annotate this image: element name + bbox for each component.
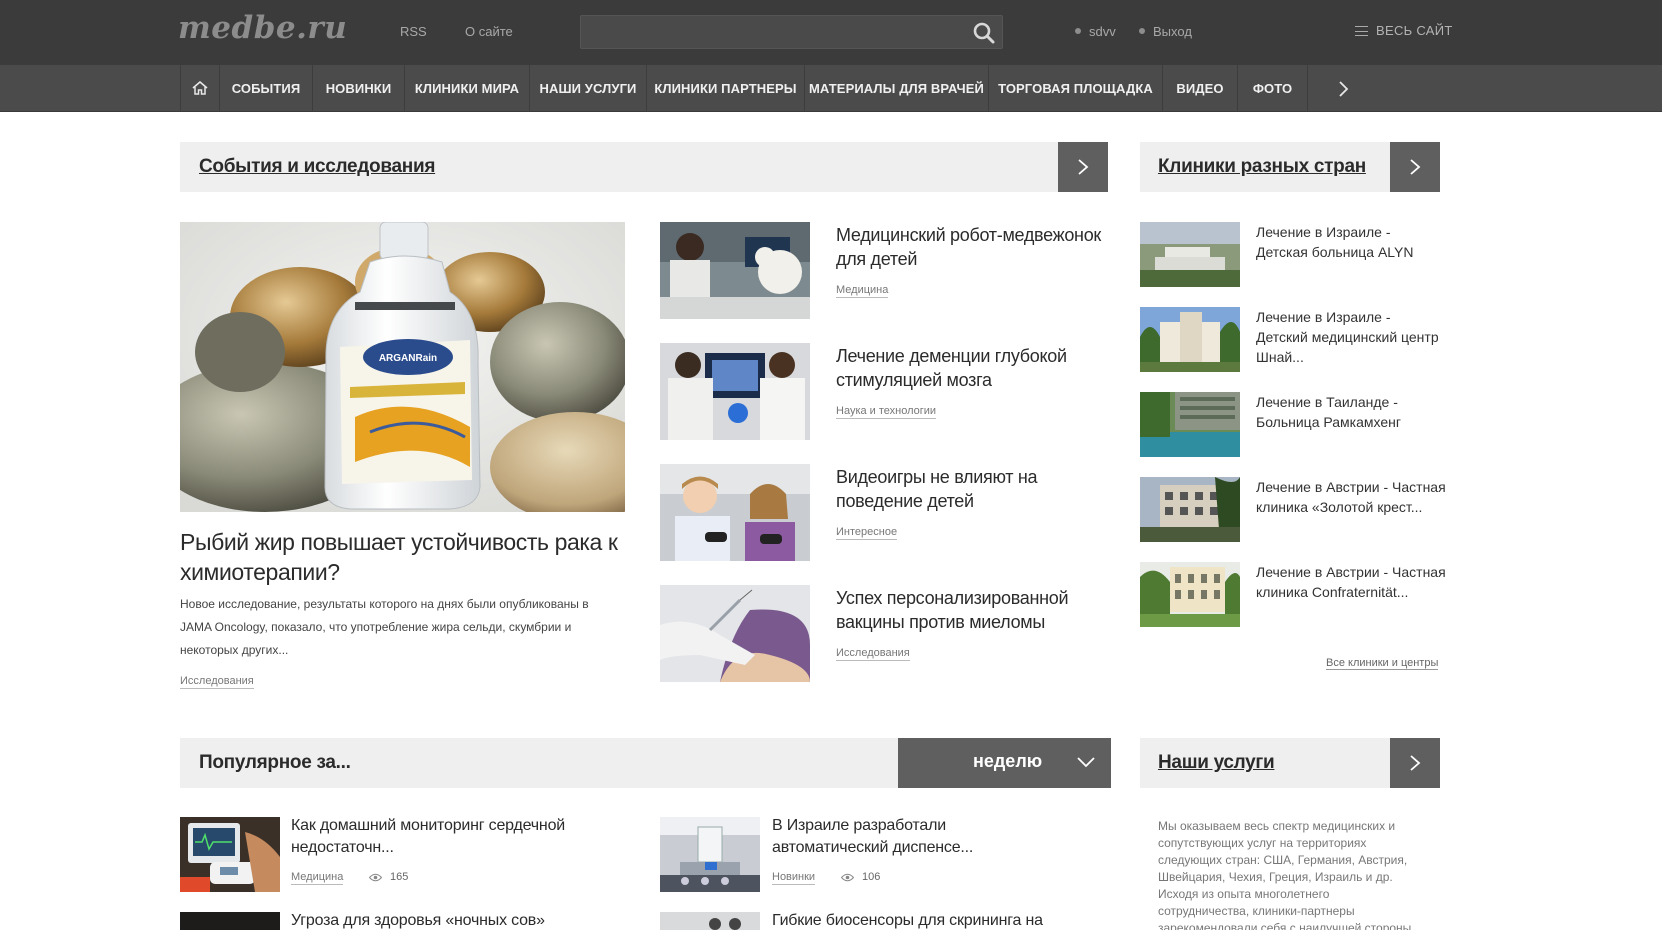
popular-section-header: Популярное за... [180, 738, 898, 788]
popular-tag[interactable]: Новинки [772, 871, 816, 885]
nav-item-photo[interactable]: ФОТО [1238, 65, 1308, 112]
clinic-image[interactable] [1140, 307, 1240, 372]
clinic-image[interactable] [1140, 562, 1240, 627]
news-image[interactable] [660, 464, 810, 561]
feature-image[interactable]: ARGANRain [180, 222, 625, 512]
nav-item-new[interactable]: НОВИНКИ [313, 65, 405, 112]
clinics-section-title[interactable]: Клиники разных стран [1158, 156, 1366, 178]
news-tag[interactable]: Исследования [836, 647, 910, 661]
feature-news-title[interactable]: Рыбий жир повышает устойчивость рака к х… [180, 527, 620, 587]
chevron-right-icon [1410, 755, 1421, 771]
events-section-header: События и исследования [180, 142, 1108, 192]
news-image[interactable] [660, 343, 810, 440]
top-bar: medbe.ru RSS О сайте sdvv Выход ВЕСЬ САЙ… [0, 0, 1662, 65]
clinics-next-button[interactable] [1390, 142, 1440, 192]
events-section-title[interactable]: События и исследования [199, 156, 435, 178]
feature-news-tag[interactable]: Исследования [180, 675, 254, 689]
about-link[interactable]: О сайте [465, 24, 513, 39]
logout-link[interactable]: Выход [1139, 24, 1192, 39]
nav-item-doctors[interactable]: МАТЕРИАЛЫ ДЛЯ ВРАЧЕЙ [805, 65, 989, 112]
main-nav: СОБЫТИЯ НОВИНКИ КЛИНИКИ МИРА НАШИ УСЛУГИ… [0, 65, 1662, 112]
nav-item-video[interactable]: ВИДЕО [1163, 65, 1238, 112]
user-link[interactable]: sdvv [1075, 24, 1116, 39]
rss-link[interactable]: RSS [400, 24, 427, 39]
search-box [580, 15, 1003, 49]
search-icon[interactable] [972, 21, 996, 45]
popular-title[interactable]: В Израиле разработали автоматический дис… [772, 815, 1052, 859]
period-value: неделю [973, 751, 1043, 771]
all-site-label: ВЕСЬ САЙТ [1376, 23, 1453, 38]
user-name: sdvv [1089, 24, 1116, 39]
nav-item-events[interactable]: СОБЫТИЯ [220, 65, 313, 112]
chevron-right-icon [1410, 159, 1421, 175]
nav-item-market[interactable]: ТОРГОВАЯ ПЛОЩАДКА [989, 65, 1163, 112]
clinics-section-header: Клиники разных стран [1140, 142, 1440, 192]
nav-home[interactable] [180, 65, 220, 112]
period-dropdown[interactable]: неделю [898, 738, 1111, 788]
clinic-image[interactable] [1140, 392, 1240, 457]
all-site-menu-button[interactable]: ВЕСЬ САЙТ [1355, 23, 1453, 38]
clinic-image[interactable] [1140, 222, 1240, 287]
chevron-right-icon [1078, 159, 1089, 175]
menu-icon [1355, 26, 1368, 36]
popular-section-title: Популярное за... [199, 752, 351, 773]
nav-item-services[interactable]: НАШИ УСЛУГИ [530, 65, 647, 112]
events-next-button[interactable] [1058, 142, 1108, 192]
nav-item-clinics[interactable]: КЛИНИКИ МИРА [405, 65, 530, 112]
popular-title[interactable]: Гибкие биосенсоры для скрининга на [772, 910, 1052, 930]
popular-title[interactable]: Угроза для здоровья «ночных сов» [291, 910, 571, 930]
clinic-title[interactable]: Лечение в Израиле - Детский медицинский … [1256, 307, 1446, 367]
popular-tag[interactable]: Медицина [291, 871, 344, 885]
news-title[interactable]: Успех персонализированной вакцины против… [836, 586, 1106, 634]
logout-label: Выход [1153, 24, 1192, 39]
news-title[interactable]: Видеоигры не влияют на поведение детей [836, 465, 1106, 513]
popular-title[interactable]: Как домашний мониторинг сердечной недост… [291, 815, 571, 859]
eye-icon [840, 873, 855, 882]
news-image[interactable] [660, 585, 810, 682]
popular-image[interactable] [180, 817, 280, 892]
services-section-title[interactable]: Наши услуги [1158, 752, 1275, 774]
services-section-header: Наши услуги [1140, 738, 1440, 788]
popular-image[interactable] [660, 817, 760, 892]
eye-icon [368, 873, 383, 882]
chevron-down-icon [1077, 757, 1095, 768]
clinic-title[interactable]: Лечение в Австрии - Частная клиника «Зол… [1256, 477, 1446, 517]
clinic-title[interactable]: Лечение в Израиле - Детская больница ALY… [1256, 222, 1446, 262]
nav-item-partners[interactable]: КЛИНИКИ ПАРТНЕРЫ [647, 65, 805, 112]
popular-image[interactable] [180, 912, 280, 930]
clinic-image[interactable] [1140, 477, 1240, 542]
bottle-label: ARGANRain [379, 353, 437, 364]
views-counter: 165 [368, 871, 409, 883]
clinic-title[interactable]: Лечение в Таиланде - Больница Рамкамхенг [1256, 392, 1446, 432]
services-next-button[interactable] [1390, 738, 1440, 788]
news-tag[interactable]: Интересное [836, 526, 898, 540]
news-title[interactable]: Лечение деменции глубокой стимуляцией мо… [836, 344, 1106, 392]
popular-image[interactable] [660, 912, 760, 930]
all-clinics-link[interactable]: Все клиники и центры [1326, 657, 1439, 670]
views-count: 106 [862, 871, 881, 883]
bullet-icon [1139, 28, 1145, 34]
bullet-icon [1075, 28, 1081, 34]
services-description: Мы оказываем весь спектр медицинских и с… [1158, 819, 1412, 930]
news-tag[interactable]: Медицина [836, 284, 889, 298]
news-title[interactable]: Медицинский робот-медвежонок для детей [836, 223, 1106, 271]
clinic-title[interactable]: Лечение в Австрии - Частная клиника Conf… [1256, 562, 1446, 602]
search-input[interactable] [581, 16, 941, 48]
feature-news-text: Новое исследование, результаты которого … [180, 597, 589, 657]
home-icon [192, 80, 208, 95]
views-count: 165 [390, 871, 409, 883]
chevron-right-icon[interactable] [1333, 79, 1353, 99]
site-logo[interactable]: medbe.ru [178, 10, 347, 46]
news-image[interactable] [660, 222, 810, 319]
views-counter: 106 [840, 871, 881, 883]
news-tag[interactable]: Наука и технологии [836, 405, 937, 419]
